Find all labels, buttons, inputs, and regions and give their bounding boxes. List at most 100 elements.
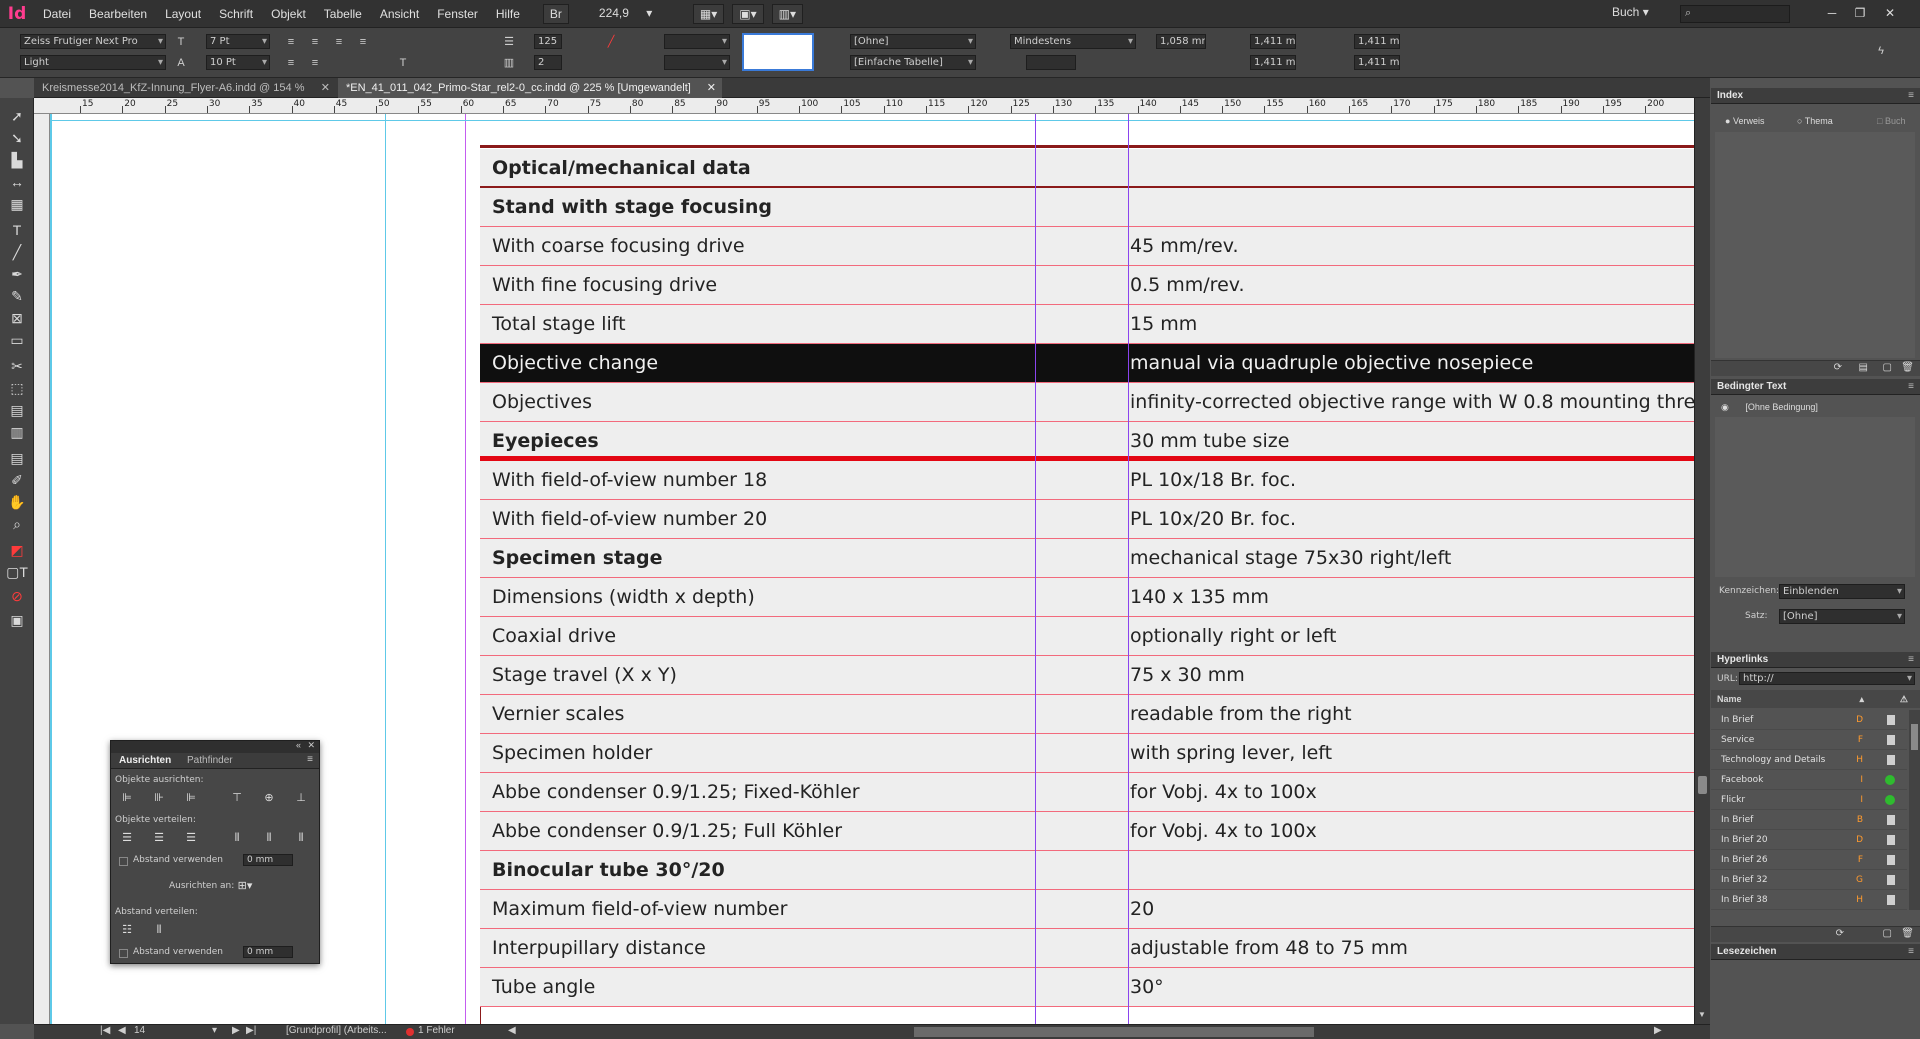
hyperlink-item[interactable]: In Brief 26 F [1711, 850, 1907, 870]
align-justify-icon[interactable]: ≡ [356, 35, 370, 49]
bridge-button[interactable]: Br [542, 3, 569, 24]
cell-style-field[interactable]: [Ohne] ▾ [850, 34, 976, 49]
apply-none-icon[interactable]: ⊘ [5, 586, 29, 606]
menu-schrift[interactable]: Schrift [210, 0, 262, 28]
radio-verweis[interactable]: ● Verweis [1725, 116, 1764, 126]
hyperlink-item[interactable]: Service F [1711, 730, 1907, 750]
distribute-hspace-icon[interactable]: ⫴ [151, 923, 167, 937]
type-tool-icon[interactable]: T [5, 220, 29, 240]
new-page-icon[interactable]: ▢ [1883, 362, 1892, 373]
menu-fenster[interactable]: Fenster [428, 0, 487, 28]
scroll-thumb[interactable] [1698, 776, 1707, 794]
table-cell-label[interactable]: Binocular tube 30°/20 [492, 851, 725, 890]
trash-icon[interactable]: 🗑 [1901, 928, 1914, 939]
table-cell-value[interactable]: 75 x 30 mm [1130, 656, 1245, 695]
collapse-icon[interactable]: « [296, 740, 301, 750]
distribute-vcenter-icon[interactable]: ☰ [151, 831, 167, 845]
align-bottom-edges-icon[interactable]: ⊥ [293, 791, 309, 805]
table-row[interactable]: Specimen stage mechanical stage 75x30 rig… [480, 539, 1694, 578]
selection-tool-icon[interactable]: ➚ [5, 106, 29, 126]
hyperlink-item[interactable]: In Brief 38 H [1711, 890, 1907, 910]
new-entry-icon[interactable]: ▤ [1859, 362, 1868, 373]
marks-dropdown[interactable]: Einblenden ▾ [1779, 584, 1905, 599]
align-right-icon[interactable]: ≡ [332, 35, 346, 49]
distribute-vspace-icon[interactable]: ☷ [119, 923, 135, 937]
set-dropdown[interactable]: [Ohne] ▾ [1779, 609, 1905, 624]
panel-menu-icon[interactable]: ≡ [1908, 379, 1914, 395]
preflight-profile[interactable]: [Grundprofil] (Arbeits... [286, 1025, 387, 1036]
table-cell-value[interactable]: for Vobj. 4x to 100x [1130, 812, 1317, 851]
table-cell-value[interactable]: 30° [1130, 968, 1164, 1007]
table-cell-label[interactable]: Vernier scales [492, 695, 624, 734]
align-left-icon[interactable]: ≡ [284, 35, 298, 49]
name-column-header[interactable]: Name [1717, 694, 1742, 704]
distribute-hcenter-icon[interactable]: ⫴ [261, 831, 277, 845]
scroll-down-icon[interactable]: ▼ [1698, 1010, 1706, 1019]
index-panel-header[interactable]: Index ≡ [1711, 88, 1920, 104]
bookmarks-panel-header[interactable]: Lesezeichen ≡ [1711, 944, 1920, 960]
scroll-left-icon[interactable]: ◀ [508, 1025, 516, 1036]
leading-field[interactable]: 10 Pt ▾ [206, 55, 270, 70]
table-row[interactable]: Tube angle 30° [480, 968, 1694, 1007]
pencil-tool-icon[interactable]: ✎ [5, 286, 29, 306]
font-size-field[interactable]: 7 Pt ▾ [206, 34, 270, 49]
table-cell-label[interactable]: Specimen stage [492, 539, 662, 578]
cond-item[interactable]: ◉ [Ohne Bedingung] [1715, 399, 1915, 415]
table-row[interactable]: Objective change manual via quadruple obj… [480, 344, 1694, 383]
close-icon[interactable]: ✕ [307, 740, 315, 751]
table-row[interactable]: Coaxial drive optionally right or left [480, 617, 1694, 656]
eyedropper-tool-icon[interactable]: ✐ [5, 470, 29, 490]
table-cell-label[interactable]: Specimen holder [492, 734, 652, 773]
pen-tool-icon[interactable]: ✒ [5, 264, 29, 284]
eye-icon[interactable]: ◉ [1721, 402, 1729, 412]
table-cell-label[interactable]: With fine focusing drive [492, 266, 717, 305]
table-proxy-icon[interactable] [742, 33, 814, 71]
gradient-feather-tool-icon[interactable]: ▥ [5, 422, 29, 442]
table-cell-label[interactable]: Tube angle [492, 968, 595, 1007]
table-cell-value[interactable]: mechanical stage 75x30 right/left [1130, 539, 1451, 578]
distribute-bottom-icon[interactable]: ☰ [183, 831, 199, 845]
column-width-field[interactable] [1026, 55, 1076, 70]
table-cell-value[interactable]: PL 10x/18 Br. foc. [1130, 461, 1296, 500]
search-field[interactable]: ⌕ [1680, 5, 1790, 23]
table-cell-label[interactable]: Maximum field-of-view number [492, 890, 787, 929]
radio-thema[interactable]: ○ Thema [1797, 116, 1833, 126]
spacing-field-2[interactable]: 0 mm [243, 946, 293, 958]
last-page-icon[interactable]: ▶| [246, 1025, 256, 1036]
panel-menu-icon[interactable]: ≡ [307, 754, 313, 765]
page-tool-icon[interactable]: ▙ [5, 150, 29, 170]
table-row[interactable]: Interpupillary distance adjustable from 4… [480, 929, 1694, 968]
gradient-tool-icon[interactable]: ▤ [5, 400, 29, 420]
first-page-icon[interactable]: |◀ [100, 1025, 110, 1036]
hyperlink-item[interactable]: Facebook I [1711, 770, 1907, 790]
inset-left-field[interactable]: 1,411 mm [1354, 34, 1400, 49]
scissors-tool-icon[interactable]: ✂ [5, 356, 29, 376]
table-cell-label[interactable]: Abbe condenser 0.9/1.25; Full Köhler [492, 812, 842, 851]
inset-top-field[interactable]: 1,411 mm [1250, 34, 1296, 49]
stroke-type-field[interactable]: ▾ [664, 55, 730, 70]
table-row[interactable]: With field-of-view number 20 PL 10x/20 Br… [480, 500, 1694, 539]
rectangle-frame-tool-icon[interactable]: ⊠ [5, 308, 29, 328]
table-cell-label[interactable]: With field-of-view number 18 [492, 461, 767, 500]
menu-objekt[interactable]: Objekt [262, 0, 315, 28]
table-cell-value[interactable]: for Vobj. 4x to 100x [1130, 773, 1317, 812]
table-row[interactable]: With fine focusing drive 0.5 mm/rev. [480, 266, 1694, 305]
inset-bottom-field[interactable]: 1,411 mm [1250, 55, 1296, 70]
trash-icon[interactable]: 🗑 [1901, 362, 1914, 373]
tab-pathfinder[interactable]: Pathfinder [187, 755, 233, 766]
restore-icon[interactable]: ❐ [1846, 4, 1874, 22]
table-cell-label[interactable]: With field-of-view number 20 [492, 500, 767, 539]
align-center-icon[interactable]: ≡ [308, 35, 322, 49]
align-top-edges-icon[interactable]: ⊤ [229, 791, 245, 805]
cond-panel-header[interactable]: Bedingter Text ≡ [1711, 379, 1920, 395]
zoom-level[interactable]: 224,9 ▾ [593, 4, 673, 24]
table-cell-label[interactable]: Optical/mechanical data [492, 149, 751, 188]
table-cell-label[interactable]: Abbe condenser 0.9/1.25; Fixed-Köhler [492, 773, 860, 812]
lightning-icon[interactable]: ϟ [1874, 44, 1888, 58]
align-vertical-centers-icon[interactable]: ⊕ [261, 791, 277, 805]
new-hyperlink-icon[interactable]: ▢ [1883, 928, 1892, 939]
page-dropdown-icon[interactable]: ▾ [212, 1025, 217, 1036]
hyperlink-item[interactable]: In Brief D [1711, 710, 1907, 730]
table-row[interactable]: With coarse focusing drive 45 mm/rev. [480, 227, 1694, 266]
tab-document-2[interactable]: *EN_41_011_042_Primo-Star_rel2-0_cc.indd… [338, 78, 722, 98]
